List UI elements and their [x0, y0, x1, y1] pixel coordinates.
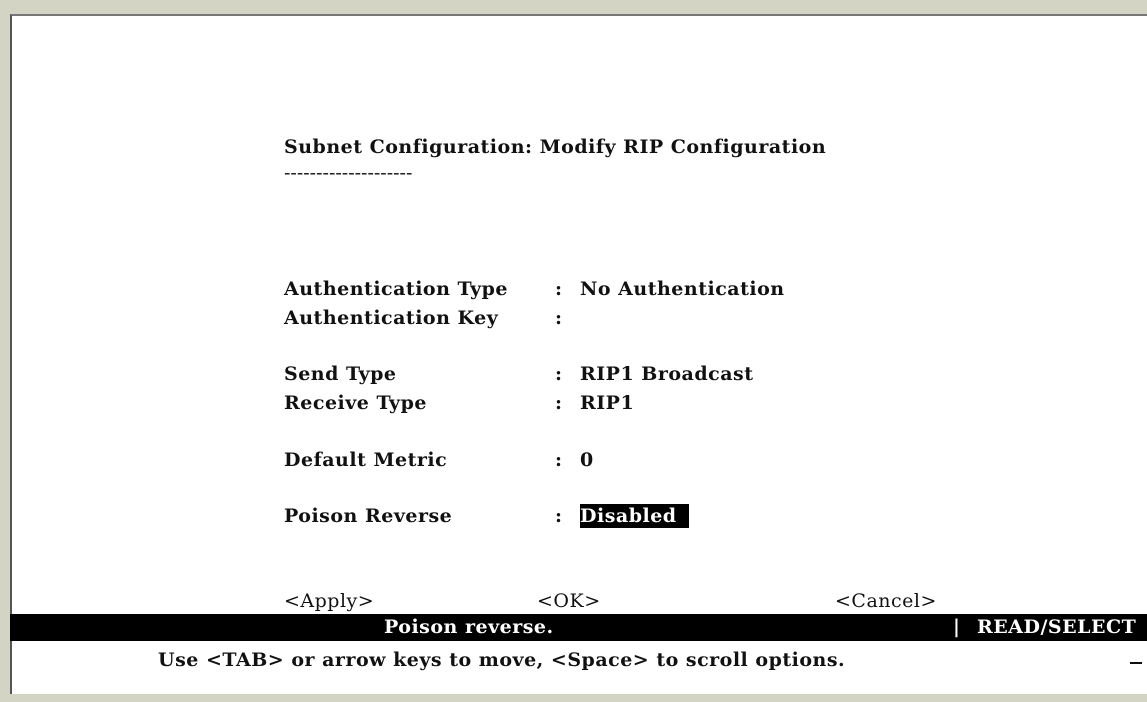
auth-type-sep: :	[555, 278, 563, 300]
default-metric-label: Default Metric	[284, 449, 448, 471]
ok-button[interactable]: <OK>	[537, 590, 601, 612]
title-underline: --------------------	[284, 162, 413, 184]
text-cursor	[1130, 662, 1142, 664]
receive-type-sep: :	[555, 392, 563, 414]
auth-key-field[interactable]	[580, 307, 780, 329]
send-type-label: Send Type	[284, 363, 397, 385]
receive-type-field[interactable]: RIP1	[580, 392, 634, 414]
poison-reverse-sep: :	[555, 505, 563, 527]
receive-type-label: Receive Type	[284, 392, 427, 414]
apply-button[interactable]: <Apply>	[284, 590, 374, 612]
auth-key-label: Authentication Key	[284, 307, 499, 329]
page-title: Subnet Configuration: Modify RIP Configu…	[284, 136, 827, 158]
default-metric-sep: :	[555, 449, 563, 471]
status-mode: READ/SELECT	[977, 616, 1137, 638]
send-type-sep: :	[555, 363, 563, 385]
auth-type-label: Authentication Type	[284, 278, 508, 300]
poison-reverse-field[interactable]: Disabled	[580, 504, 689, 528]
cancel-button[interactable]: <Cancel>	[835, 590, 937, 612]
status-help-text: Poison reverse.	[384, 616, 554, 638]
auth-type-field[interactable]: No Authentication	[580, 278, 785, 300]
auth-key-sep: :	[555, 307, 563, 329]
default-metric-field[interactable]: 0	[580, 449, 594, 471]
poison-reverse-label: Poison Reverse	[284, 505, 453, 527]
status-bar: Poison reverse. | READ/SELECT	[10, 614, 1147, 641]
help-hint: Use <TAB> or arrow keys to move, <Space>…	[158, 649, 846, 671]
send-type-field[interactable]: RIP1 Broadcast	[580, 363, 754, 385]
status-separator: |	[953, 616, 961, 638]
